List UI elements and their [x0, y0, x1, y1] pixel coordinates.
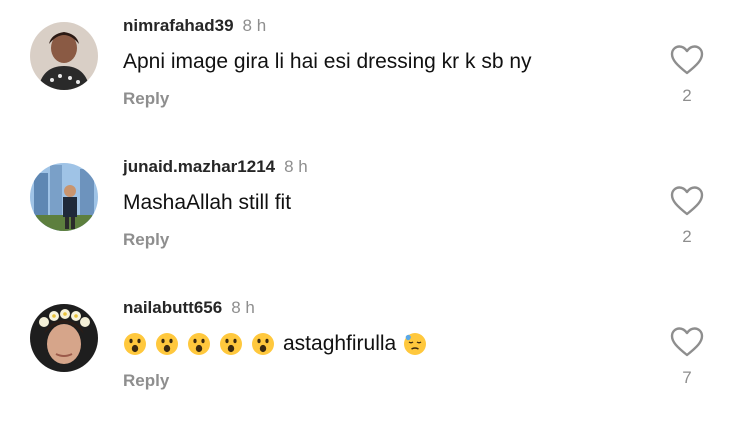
comment-item: nailabutt656 8 h astaghfirulla Reply 7: [0, 282, 740, 402]
comment-meta: nimrafahad39 8 h: [123, 16, 266, 36]
avatar[interactable]: [30, 22, 98, 90]
like-count: 7: [682, 368, 692, 387]
hushed-face-icon: [251, 332, 275, 356]
hushed-face-icon: [123, 332, 147, 356]
heart-outline-icon: [670, 186, 704, 216]
user-photo-avatar-icon: [30, 22, 98, 90]
comment-text: Apni image gira li hai esi dressing kr k…: [123, 50, 532, 73]
comment-meta: junaid.mazhar1214 8 h: [123, 157, 308, 177]
username[interactable]: nailabutt656: [123, 298, 222, 317]
reply-button[interactable]: Reply: [123, 89, 169, 109]
like-count: 2: [682, 86, 692, 105]
timestamp: 8 h: [242, 16, 267, 35]
heart-outline-icon: [670, 327, 704, 357]
reply-button[interactable]: Reply: [123, 371, 169, 391]
downcast-face-with-sweat-icon: [403, 332, 427, 356]
comment-text: astaghfirulla: [123, 332, 427, 356]
heart-outline-icon: [670, 45, 704, 75]
user-photo-avatar-icon: [30, 304, 98, 372]
comment-text: MashaAllah still fit: [123, 191, 292, 214]
comment-item: nimrafahad39 8 h Apni image gira li hai e…: [0, 0, 740, 120]
hushed-face-icon: [219, 332, 243, 356]
username[interactable]: junaid.mazhar1214: [123, 157, 275, 176]
like-button[interactable]: [669, 44, 705, 76]
hushed-face-icon: [155, 332, 179, 356]
reply-button[interactable]: Reply: [123, 230, 169, 250]
user-photo-avatar-icon: [30, 163, 98, 231]
comment-meta: nailabutt656 8 h: [123, 298, 255, 318]
like-count: 2: [682, 227, 692, 246]
avatar[interactable]: [30, 163, 98, 231]
username[interactable]: nimrafahad39: [123, 16, 234, 35]
hushed-face-icon: [187, 332, 211, 356]
comment-item: junaid.mazhar1214 8 h MashaAllah still fi…: [0, 141, 740, 261]
timestamp: 8 h: [231, 298, 255, 317]
timestamp: 8 h: [284, 157, 308, 176]
emoji-group: [123, 332, 283, 356]
comment-text-body: astaghfirulla: [283, 332, 397, 355]
like-button[interactable]: [669, 185, 705, 217]
avatar[interactable]: [30, 304, 98, 372]
like-button[interactable]: [669, 326, 705, 358]
